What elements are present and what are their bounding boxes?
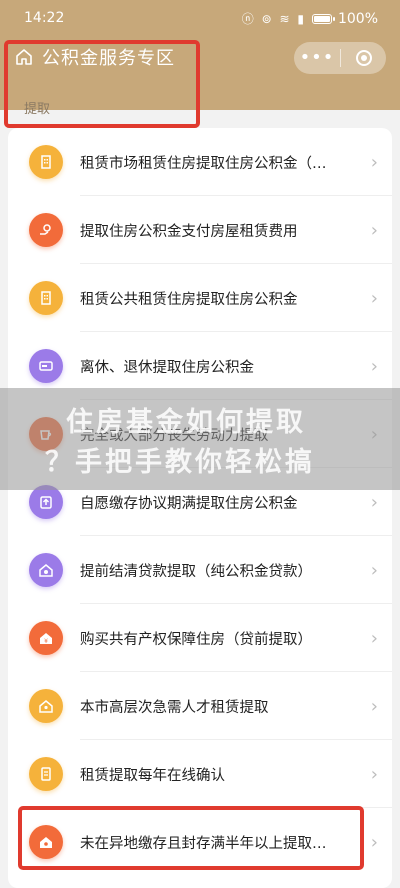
list-item[interactable]: 提前结清贷款提取（纯公积金贷款） › [8,536,392,604]
signal-icons: ⓝ ⊚ ≋ ▮ [241,12,306,26]
battery-level: 100% [337,10,378,27]
header-bar: 14:22 ⓝ ⊚ ≋ ▮ 100% 公积金服务专区 ••• [0,0,400,110]
chevron-right-icon: › [370,763,378,785]
chevron-right-icon: › [370,355,378,377]
watermark-text-1: 住房基金如何提取 [66,407,306,438]
status-bar: 14:22 ⓝ ⊚ ≋ ▮ 100% [0,0,400,36]
watermark-text-2: ？手把手教你轻松搞 [45,447,315,478]
item-label: 租赁公共租赁住房提取住房公积金 [80,291,298,308]
more-button[interactable]: ••• [294,42,340,74]
item-label: 离休、退休提取住房公积金 [80,359,254,376]
status-time: 14:22 [24,10,65,26]
house-person-icon [29,825,63,859]
item-label: 租赁提取每年在线确认 [80,767,225,784]
chevron-right-icon: › [370,219,378,241]
house-money-icon [29,553,63,587]
list-item[interactable]: 租赁市场租赁住房提取住房公积金（… › [8,128,392,196]
list-item[interactable]: ¥ 购买共有产权保障住房（贷前提取） › [8,604,392,672]
list-item[interactable]: 本市高层次急需人才租赁提取 › [8,672,392,740]
section-label: 提取 [24,102,51,117]
item-label: 租赁市场租赁住房提取住房公积金（… [80,155,327,172]
list-item[interactable]: 租赁提取每年在线确认 › [8,740,392,808]
title-row: 公积金服务专区 [14,44,175,70]
house-yuan-icon: ¥ [29,621,63,655]
chevron-right-icon: › [370,151,378,173]
chevron-right-icon: › [370,627,378,649]
building-icon [29,281,63,315]
hand-key-icon [29,213,63,247]
list-item[interactable]: 提取住房公积金支付房屋租赁费用 › [8,196,392,264]
item-label: 提前结清贷款提取（纯公积金贷款） [80,563,312,580]
building-icon [29,145,63,179]
item-label: 提取住房公积金支付房屋租赁费用 [80,223,298,240]
chevron-right-icon: › [370,695,378,717]
item-label: 未在异地缴存且封存满半年以上提取… [80,835,327,852]
battery-icon [311,13,335,24]
chevron-right-icon: › [370,491,378,513]
upload-icon [29,485,63,519]
chevron-right-icon: › [370,287,378,309]
chevron-right-icon: › [370,831,378,853]
status-indicators: ⓝ ⊚ ≋ ▮ 100% [242,10,378,27]
document-icon [29,757,63,791]
item-label: 自愿缴存协议期满提取住房公积金 [80,495,298,512]
list-item[interactable]: 未在异地缴存且封存满半年以上提取… › [8,808,392,876]
close-button[interactable] [341,50,386,66]
item-label: 本市高层次急需人才租赁提取 [80,699,269,716]
svg-text:¥: ¥ [44,638,48,645]
item-label: 购买共有产权保障住房（贷前提取） [80,631,312,648]
list-item[interactable]: 租赁公共租赁住房提取住房公积金 › [8,264,392,332]
home-icon[interactable] [14,47,34,67]
card-icon [29,349,63,383]
house-user-icon [29,689,63,723]
page-title: 公积金服务专区 [42,48,175,69]
close-icon [355,50,372,66]
chevron-right-icon: › [370,559,378,581]
miniprogram-capsule: ••• [294,42,386,74]
